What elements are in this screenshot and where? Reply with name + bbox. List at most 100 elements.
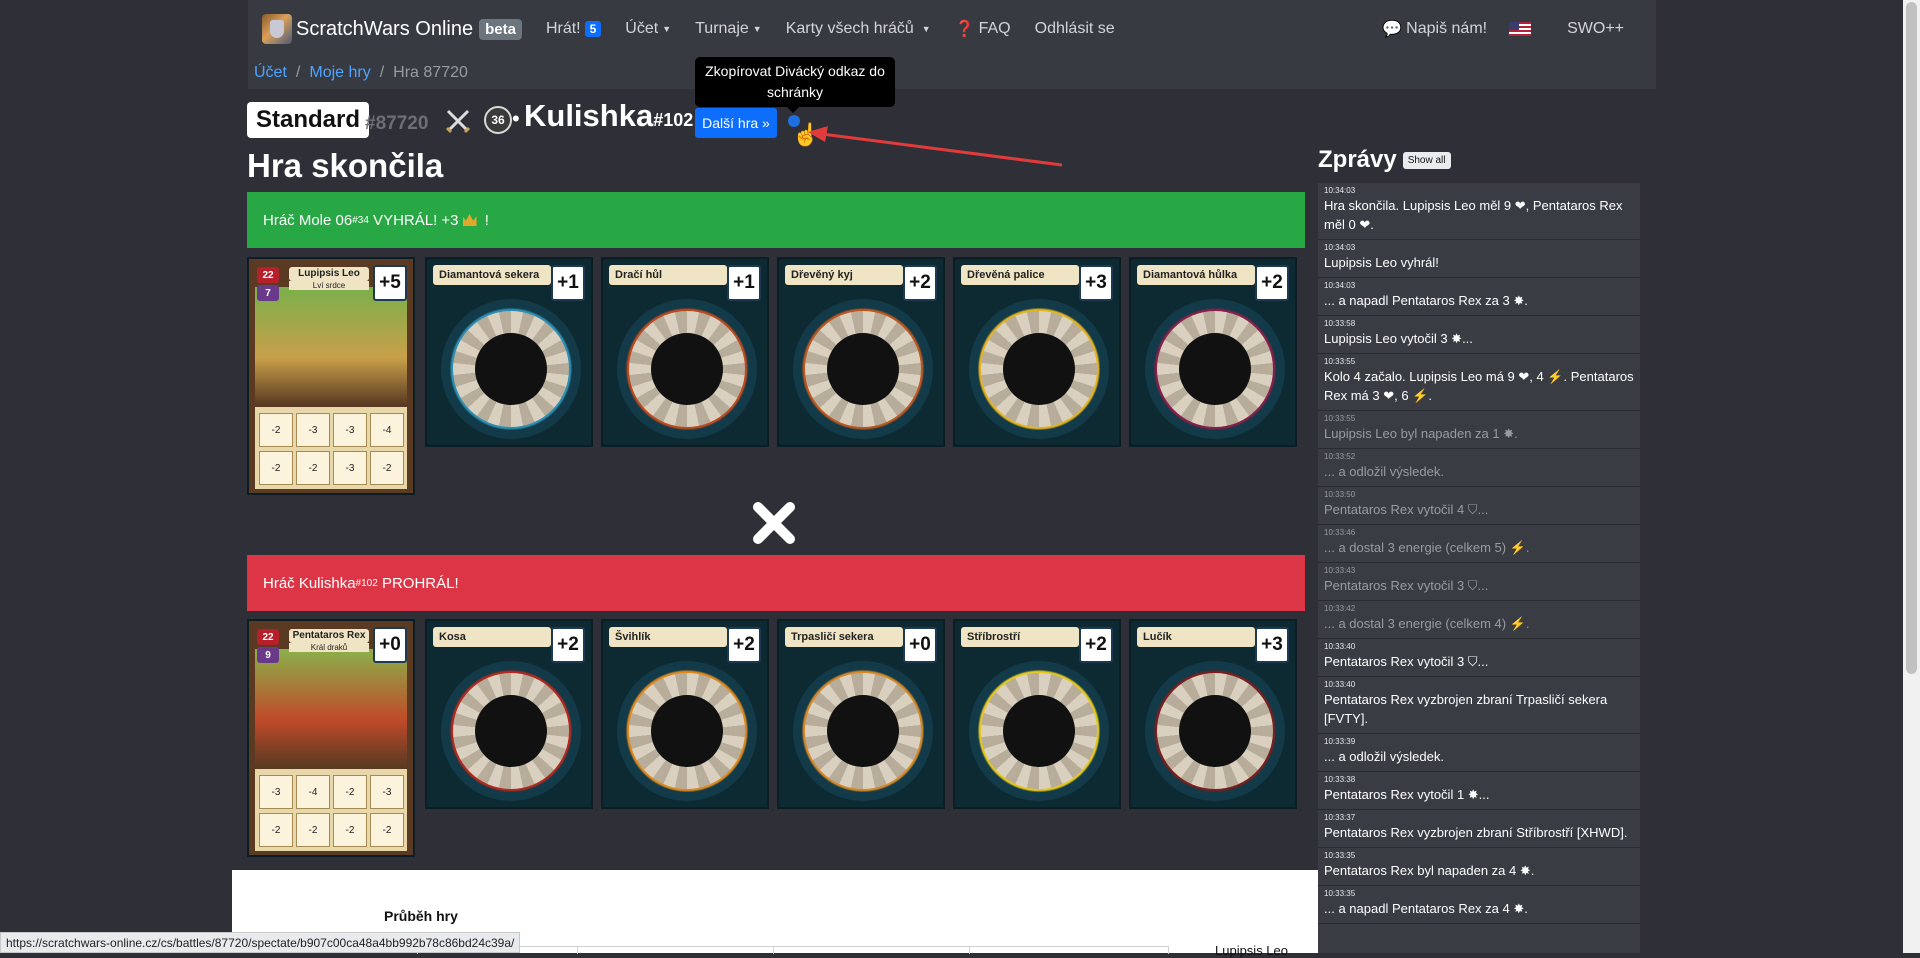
caret-down-icon: ▼ — [921, 24, 931, 34]
weapon-card[interactable]: Trpasličí sekera +0 — [777, 619, 945, 809]
message-time: 10:33:39 — [1324, 737, 1356, 746]
game-status-heading: Hra skončila — [247, 147, 444, 184]
message-item: 10:33:55 Lupipsis Leo byl napaden za 1 ✸. — [1318, 411, 1640, 449]
message-text: Pentataros Rex vytočil 3 ⛉... — [1324, 578, 1489, 593]
breadcrumb-account[interactable]: Účet — [254, 64, 287, 82]
nav-play[interactable]: Hrát! 5 — [546, 20, 602, 38]
message-item: 10:33:40 Pentataros Rex vyzbrojen zbraní … — [1318, 677, 1640, 734]
hero-portrait — [255, 287, 407, 405]
hero-health-stat: 22 — [257, 629, 279, 645]
nav-swo-plus[interactable]: SWO++ — [1567, 20, 1624, 38]
brand-link[interactable]: ScratchWars Online beta — [262, 14, 522, 44]
hero-name: Pentataros Rex — [289, 629, 369, 643]
card-bonus-badge: +2 — [903, 265, 937, 301]
message-text: Pentataros Rex byl napaden za 4 ✸. — [1324, 863, 1535, 878]
message-time: 10:33:37 — [1324, 813, 1356, 822]
weapon-card[interactable]: Dřevěná palice +3 — [953, 257, 1121, 447]
scratch-wheel — [1145, 299, 1285, 439]
weapon-name: Kosa — [433, 627, 551, 647]
ability-cell: -3 — [333, 451, 367, 485]
question-circle-icon: ❓ — [954, 21, 975, 38]
ability-cell: -2 — [259, 451, 293, 485]
message-time: 10:33:52 — [1324, 452, 1356, 461]
message-time: 10:33:58 — [1324, 319, 1356, 328]
weapon-card[interactable]: Kosa +2 — [425, 619, 593, 809]
ability-cell: -3 — [259, 775, 293, 809]
game-number: #87720 — [365, 113, 429, 134]
breadcrumb-separator: / — [295, 64, 301, 81]
message-text: ... a dostal 3 energie (celkem 4) ⚡. — [1324, 616, 1530, 631]
breadcrumb-my-games[interactable]: Moje hry — [309, 64, 370, 82]
weapon-card[interactable]: Stříbrostří +2 — [953, 619, 1121, 809]
weapon-card[interactable]: Švihlík +2 — [601, 619, 769, 809]
weapon-name: Stříbrostří — [961, 627, 1079, 647]
messages-list[interactable]: 10:34:03 Hra skončila. Lupipsis Leo měl 9… — [1318, 183, 1640, 953]
hero-card[interactable]: Lupipsis Leo Lví srdce 22 7 +5 -2 -3 -3 -4 -2 -2 -3… — [247, 257, 415, 495]
scratch-wheel — [793, 299, 933, 439]
message-item: 10:34:03 Hra skončila. Lupipsis Leo měl 9… — [1318, 183, 1640, 240]
weapon-name: Dřevěný kyj — [785, 265, 903, 285]
ability-cell: -2 — [333, 813, 367, 847]
ability-cell: -4 — [370, 413, 404, 447]
message-item: 10:34:03 ... a napadl Pentataros Rex za 3… — [1318, 278, 1640, 316]
scrollbar-thumb[interactable] — [1906, 2, 1917, 674]
card-bonus-badge: +5 — [373, 265, 407, 301]
message-time: 10:33:55 — [1324, 414, 1356, 423]
nav-account-dropdown[interactable]: Účet ▼ — [625, 20, 671, 38]
scratch-wheel — [617, 661, 757, 801]
message-text: Hra skončila. Lupipsis Leo měl 9 ❤, Pent… — [1324, 198, 1623, 232]
nav-logout[interactable]: Odhlásit se — [1035, 20, 1115, 38]
card-bonus-badge: +0 — [373, 627, 407, 663]
ability-cell: -3 — [296, 413, 330, 447]
hero-card[interactable]: Pentataros Rex Král draků 22 9 +0 -3 -4 -2 -3 -2-… — [247, 619, 415, 857]
message-time: 10:33:50 — [1324, 490, 1356, 499]
card-bonus-badge: +2 — [1255, 265, 1289, 301]
nav-write-us[interactable]: 💬 Napiš nám! — [1382, 19, 1487, 39]
message-time: 10:34:03 — [1324, 281, 1356, 290]
weapon-name: Diamantová sekera — [433, 265, 551, 285]
loser-banner: Hráč Kulishka #102 PROHRÁL! — [247, 555, 1305, 611]
message-time: 10:33:38 — [1324, 775, 1356, 784]
message-text: ... a napadl Pentataros Rex za 3 ✸. — [1324, 293, 1528, 308]
weapon-card[interactable]: Lučík +3 — [1129, 619, 1297, 809]
scratchwars-logo-icon — [262, 14, 292, 44]
weapon-card[interactable]: Dřevěný kyj +2 — [777, 257, 945, 447]
message-item: 10:33:37 Pentataros Rex vyzbrojen zbraní … — [1318, 810, 1640, 848]
us-flag-icon[interactable] — [1509, 22, 1532, 36]
hero-portrait — [255, 649, 407, 767]
weapon-card[interactable]: Dračí hůl +1 — [601, 257, 769, 447]
message-time: 10:34:03 — [1324, 243, 1356, 252]
message-item: 10:33:43 Pentataros Rex vytočil 3 ⛉... — [1318, 563, 1640, 601]
next-game-button[interactable]: Další hra » — [695, 108, 777, 138]
message-text: Lupipsis Leo vyhrál! — [1324, 255, 1439, 270]
card-bonus-badge: +1 — [551, 265, 585, 301]
message-text: Pentataros Rex vytočil 4 ⛉... — [1324, 502, 1489, 517]
progress-player-name: Lupipsis Leo — [1215, 943, 1288, 958]
scratch-wheel — [1145, 661, 1285, 801]
hero-energy-stat: 9 — [257, 647, 279, 663]
weapon-card[interactable]: Diamantová sekera +1 — [425, 257, 593, 447]
nav-faq[interactable]: ❓ FAQ — [955, 19, 1011, 39]
show-all-button[interactable]: Show all — [1402, 151, 1451, 169]
message-time: 10:33:40 — [1324, 680, 1356, 689]
hero-subtitle: Král draků — [289, 643, 369, 652]
message-item: 10:33:35 Pentataros Rex byl napaden za 4 … — [1318, 848, 1640, 886]
message-text: Lupipsis Leo byl napaden za 1 ✸. — [1324, 426, 1518, 441]
weapon-name: Trpasličí sekera — [785, 627, 903, 647]
card-bonus-badge: +1 — [727, 265, 761, 301]
nav-cards-dropdown[interactable]: Karty všech hráčů ▼ — [786, 20, 931, 38]
ability-cell: -2 — [259, 413, 293, 447]
status-bar-url: https://scratchwars-online.cz/cs/battles… — [0, 932, 521, 953]
nav-tournaments-dropdown[interactable]: Turnaje ▼ — [695, 20, 762, 38]
opponent-name[interactable]: Kulishka#102 — [524, 98, 693, 134]
beta-badge: beta — [479, 18, 522, 40]
messages-header: Zprávy Show all — [1318, 146, 1451, 174]
progress-title: Průběh hry — [384, 908, 458, 924]
versus-x-icon — [753, 502, 795, 544]
hero-subtitle: Lví srdce — [289, 281, 369, 290]
nav-right: 💬 Napiš nám! SWO++ — [1360, 11, 1624, 47]
scrollbar[interactable] — [1903, 0, 1920, 953]
message-time: 10:33:42 — [1324, 604, 1356, 613]
weapon-card[interactable]: Diamantová hůlka +2 — [1129, 257, 1297, 447]
annotation-arrow — [808, 126, 1063, 167]
